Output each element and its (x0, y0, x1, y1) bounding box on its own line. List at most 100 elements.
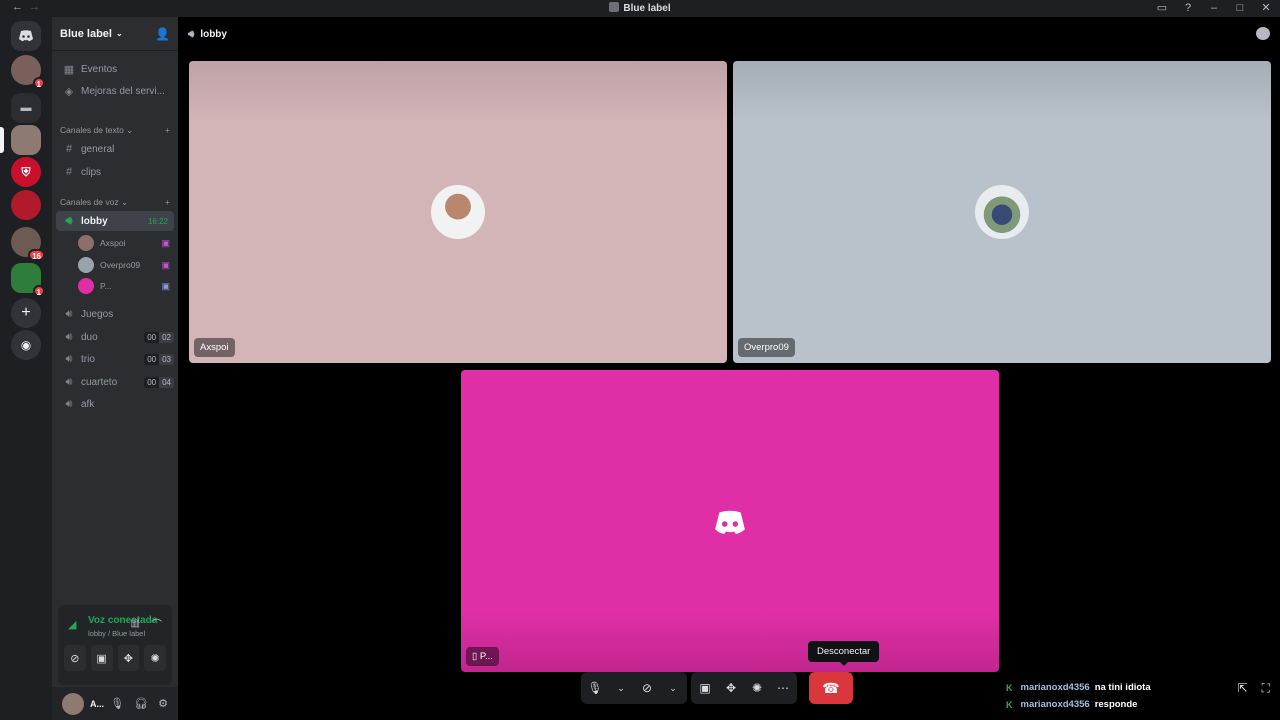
server-folder[interactable]: ▬ (11, 93, 41, 123)
server-icon (609, 2, 620, 12)
speaker-icon: 🔊︎ (65, 330, 73, 343)
video-tile-p[interactable]: ▯ P... (461, 370, 999, 672)
chevron-up-icon[interactable]: ⌄ (613, 683, 629, 694)
participant-name: Overpro09 (738, 338, 795, 357)
add-server-button[interactable]: + (11, 298, 41, 328)
avatar (431, 185, 485, 239)
channel-cuarteto[interactable]: 🔊︎ cuarteto 00 04 (56, 372, 174, 392)
channel-general[interactable]: # general (56, 139, 174, 159)
server-header[interactable]: Blue label ⌄ 👤 (52, 17, 178, 51)
server-river-shield[interactable]: ⛨ (11, 157, 41, 187)
voice-user-axspoi[interactable]: Axspoi ▣ (78, 234, 170, 252)
inbox-icon[interactable]: ▭ (1156, 1, 1168, 14)
avatar (78, 257, 94, 273)
activity-icon: ▣ (161, 237, 170, 248)
screen-share-button[interactable]: ▣ (90, 645, 113, 671)
pop-out-icon[interactable]: ⇱ (1238, 681, 1248, 696)
window-title: Blue label (0, 2, 1280, 14)
headphones-icon[interactable]: 🎧︎ (134, 697, 148, 710)
user-limit: 00 02 (144, 331, 174, 343)
category-text-channels[interactable]: Canales de texto ⌄ + (60, 125, 170, 136)
speaker-icon: 🔊︎ (65, 307, 73, 320)
voice-user-overpro09[interactable]: Overpro09 ▣ (78, 256, 170, 274)
disconnect-icon[interactable]: ⌒ (151, 616, 162, 632)
hash-icon: # (65, 143, 73, 155)
discord-logo-icon (19, 30, 33, 42)
sidebar-item-boosts[interactable]: ◈ Mejoras del servi... (56, 81, 174, 101)
folder-icon: ▬ (20, 102, 32, 114)
video-tile-overpro09[interactable]: Overpro09 (733, 61, 1271, 363)
avatar (78, 235, 94, 251)
voice-location[interactable]: lobby / Blue label (88, 629, 145, 638)
discord-logo-icon (713, 510, 747, 541)
hangup-phone-icon: ☎ (822, 679, 840, 696)
screen-share-icon[interactable]: ▣ (697, 681, 713, 695)
camera-off-icon[interactable]: ⊘ (639, 681, 655, 695)
close-button[interactable]: ✕ (1260, 1, 1272, 14)
channel-duo[interactable]: 🔊︎ duo 00 02 (56, 327, 174, 347)
microphone-icon[interactable]: 🎙︎ (587, 681, 603, 695)
channel-title: lobby (200, 28, 227, 40)
server-avatar-group[interactable]: 16 (11, 227, 45, 261)
microphone-icon[interactable]: 🎙︎ (110, 697, 124, 710)
server-blue-label[interactable] (11, 125, 41, 155)
username[interactable]: A... (90, 699, 104, 709)
explore-servers-button[interactable]: ◉ (11, 330, 41, 360)
voice-connection-panel: ◢ Voz conectada lobby / Blue label ▥ ⌒ ⊘… (58, 605, 172, 685)
more-options-icon[interactable]: ⋯ (775, 681, 791, 695)
channel-clips[interactable]: # clips (56, 162, 174, 182)
discord-home-button[interactable] (11, 21, 41, 51)
channel-juegos[interactable]: 🔊︎ Juegos (56, 304, 174, 324)
call-view-options: ⇱ ⛶ (1238, 681, 1270, 696)
video-tile-axspoi[interactable]: Axspoi (189, 61, 727, 363)
voice-user-p[interactable]: P... ▣ (78, 277, 170, 295)
invite-people-icon[interactable]: 👤 (155, 27, 170, 41)
channel-sidebar: Blue label ⌄ 👤 ▦ Eventos ◈ Mejoras del serv… (52, 17, 178, 720)
add-channel-icon[interactable]: + (165, 197, 170, 208)
category-voice-channels[interactable]: Canales de voz ⌄ + (60, 197, 170, 208)
chat-icon[interactable] (1256, 27, 1270, 40)
gear-icon[interactable]: ⚙ (158, 697, 168, 710)
boost-icon: ◈ (64, 85, 74, 98)
add-channel-icon[interactable]: + (165, 125, 170, 136)
calendar-icon: ▦ (63, 63, 75, 76)
soundboard-icon[interactable]: ✺ (749, 681, 765, 695)
sidebar-item-events[interactable]: ▦ Eventos (56, 59, 174, 79)
server-minecraft[interactable]: 1 (11, 263, 45, 297)
avatar (975, 185, 1029, 239)
activities-button[interactable]: ✥ (117, 645, 140, 671)
mic-controls: 🎙︎ ⌄ ⊘ ⌄ (581, 672, 687, 704)
speaker-icon: 🔊︎ (65, 375, 73, 388)
speaker-icon: 🔊︎ (65, 397, 73, 410)
participant-name: ▯ P... (466, 647, 499, 666)
channel-lobby[interactable]: 🔊︎ lobby 16:22 (56, 211, 174, 231)
fullscreen-icon[interactable]: ⛶ (1262, 681, 1270, 696)
minimize-button[interactable]: – (1208, 2, 1220, 14)
chat-message: K marianoxd4356 responde (1006, 699, 1138, 710)
kick-icon: K (1006, 682, 1013, 693)
avatar (78, 278, 94, 294)
avatar[interactable] (62, 692, 84, 715)
user-limit: 00 03 (144, 353, 174, 365)
gamepad-icon: ▣ (161, 280, 170, 291)
channel-trio[interactable]: 🔊︎ trio 00 03 (56, 349, 174, 369)
server-river[interactable] (11, 190, 41, 220)
voice-call-area: 🔊︎ lobby Axspoi Overpro09 ▯ P... Descone… (178, 17, 1280, 720)
chevron-up-icon[interactable]: ⌄ (665, 683, 681, 694)
camera-off-button[interactable]: ⊘ (64, 645, 86, 671)
activities-icon: ✥ (123, 652, 133, 665)
soundboard-button[interactable]: ✺ (144, 645, 166, 671)
dm-avatar-1[interactable]: 1 (11, 55, 45, 89)
call-controls: 🎙︎ ⌄ ⊘ ⌄ ▣ ✥ ✺ ⋯ ☎ (581, 672, 853, 704)
signal-icon[interactable]: ◢ (68, 618, 76, 631)
help-icon[interactable]: ? (1182, 2, 1194, 14)
chevron-down-icon: ⌄ (115, 29, 123, 38)
channel-afk[interactable]: 🔊︎ afk (56, 394, 174, 414)
disconnect-tooltip: Desconectar (808, 641, 880, 666)
maximize-button[interactable]: □ (1234, 2, 1246, 14)
noise-suppression-icon[interactable]: ▥ (131, 618, 140, 629)
plus-icon: + (21, 304, 31, 321)
participant-name: Axspoi (194, 338, 235, 357)
disconnect-button[interactable]: ☎ (809, 672, 853, 704)
activities-icon[interactable]: ✥ (723, 681, 739, 695)
